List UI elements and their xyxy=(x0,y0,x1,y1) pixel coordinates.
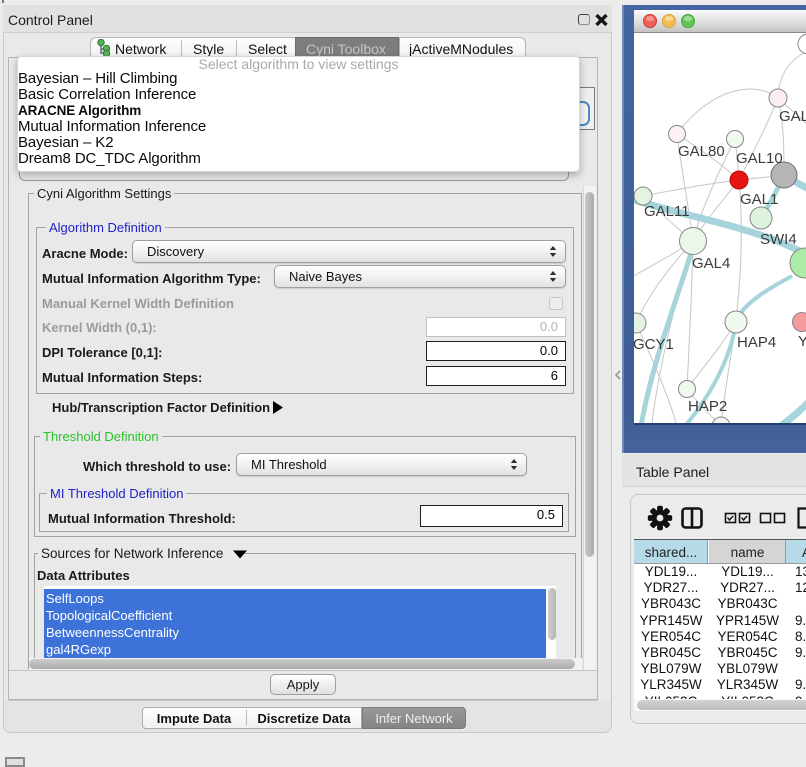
svg-text:HAP2: HAP2 xyxy=(688,398,727,415)
svg-text:GAL4: GAL4 xyxy=(692,255,730,272)
svg-text:GAL10: GAL10 xyxy=(736,150,783,167)
svg-text:GAL11: GAL11 xyxy=(644,203,690,220)
svg-text:HAP4: HAP4 xyxy=(737,334,776,351)
svg-text:GCY1: GCY1 xyxy=(634,336,674,353)
svg-text:GAL: GAL xyxy=(779,108,806,125)
svg-text:GAL1: GAL1 xyxy=(740,191,778,208)
svg-text:Y: Y xyxy=(798,333,806,350)
svg-text:GAL80: GAL80 xyxy=(678,143,725,160)
svg-text:SWI4: SWI4 xyxy=(760,231,797,248)
